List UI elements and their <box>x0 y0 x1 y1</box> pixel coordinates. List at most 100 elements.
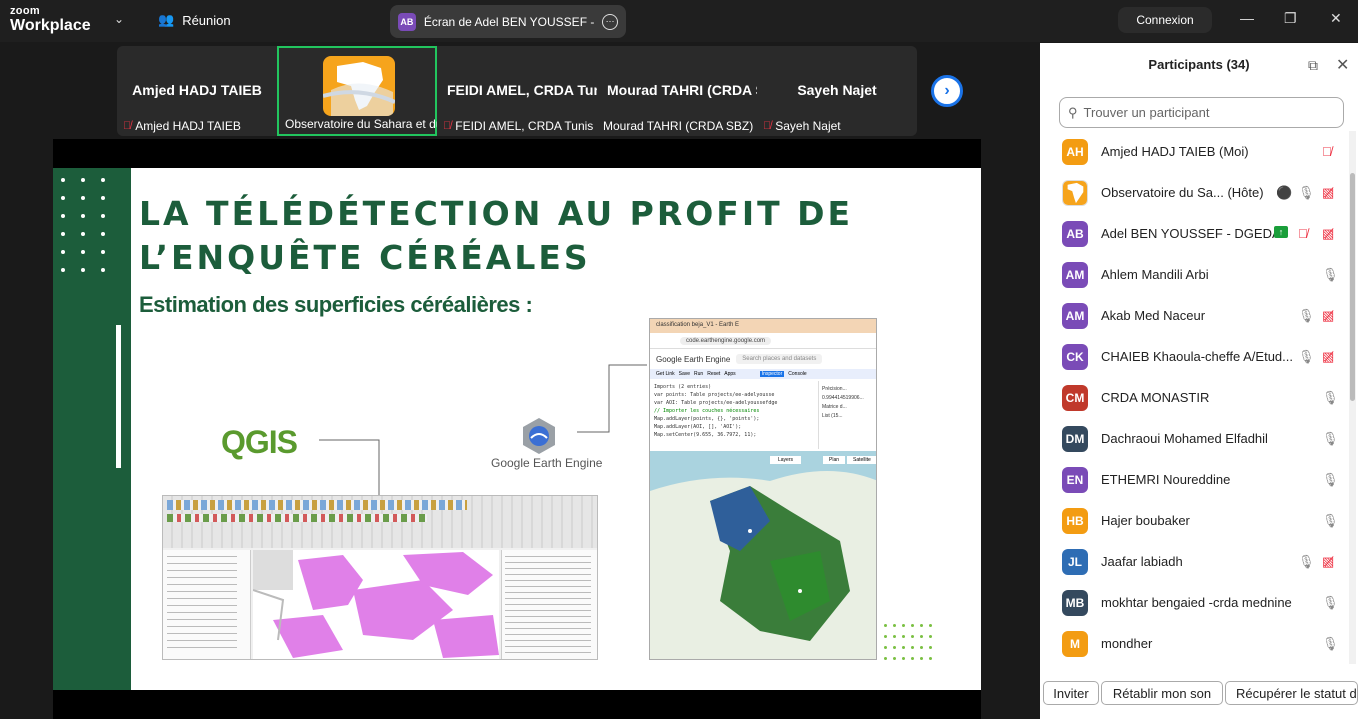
zoom-logo: zoom Workplace <box>10 6 91 34</box>
participant-row[interactable]: JL Jaafar labiadh 🎙 ▧̸ <box>1040 541 1348 582</box>
map-plan: Plan <box>823 456 846 464</box>
video-tile[interactable]: Sayeh Najet 🎙̸ Sayeh Najet <box>757 46 917 136</box>
video-off-icon[interactable]: ▧̸ <box>1322 308 1334 324</box>
video-tile-active[interactable]: Observatoire du Sahara et du Sahel <box>277 46 437 136</box>
mic-icon[interactable]: 🎙 <box>1322 390 1339 406</box>
avatar: AB <box>398 12 416 31</box>
participant-row[interactable]: DM Dachraoui Mohamed Elfadhil 🎙 <box>1040 418 1348 459</box>
participant-name: ETHEMRI Noureddine <box>1101 472 1231 487</box>
avatar: AM <box>1062 302 1088 329</box>
gee-btn: Save <box>678 371 691 377</box>
popout-icon[interactable]: ⧉ <box>1308 57 1318 74</box>
participant-row[interactable]: M mondher 🎙 <box>1040 623 1348 664</box>
avatar: M <box>1062 630 1088 657</box>
code-line: Imports (2 entries) <box>654 384 712 390</box>
console-line: Matrice d... <box>822 404 847 410</box>
participant-row[interactable]: CK CHAIEB Khaoula-cheffe A/Etud... 🎙 ▧̸ <box>1040 336 1348 377</box>
participant-name: Adel BEN YOUSSEF - DGEDA <box>1101 226 1281 241</box>
minimize-icon[interactable]: — <box>1240 10 1254 26</box>
avatar: CM <box>1062 384 1088 411</box>
mic-off-icon: 🎙̸ <box>123 120 132 132</box>
mic-icon[interactable]: 🎙 <box>1322 431 1339 447</box>
next-page-button[interactable]: › <box>931 75 963 107</box>
video-off-icon[interactable]: ▧̸ <box>1322 185 1334 201</box>
mic-icon[interactable]: 🎙 <box>1322 472 1339 488</box>
record-icon: ⚫ <box>1276 184 1293 200</box>
people-icon: 👥 <box>158 12 175 27</box>
mic-icon[interactable]: 🎙 <box>1322 513 1339 529</box>
gee-btn: Get Link <box>656 371 675 377</box>
connexion-button[interactable]: Connexion <box>1118 7 1212 33</box>
participant-row[interactable]: Observatoire du Sa... (Hôte) ⚫ 🎙 ▧̸ <box>1040 172 1348 213</box>
video-tile[interactable]: Amjed HADJ TAIEB 🎙̸ Amjed HADJ TAIEB <box>117 46 277 136</box>
gee-btn: Reset <box>707 371 721 377</box>
video-tile[interactable]: FEIDI AMEL, CRDA Tunis 🎙̸FEIDI AMEL, CRD… <box>437 46 597 136</box>
more-icon[interactable]: ··· <box>602 13 618 30</box>
participant-name: CRDA MONASTIR <box>1101 390 1210 405</box>
participant-row[interactable]: MB mokhtar bengaied -crda mednine 🎙 <box>1040 582 1348 623</box>
search-icon: ⚲ <box>1068 104 1078 120</box>
participant-row[interactable]: EN ETHEMRI Noureddine 🎙 <box>1040 459 1348 500</box>
unmute-button[interactable]: Rétablir mon son <box>1101 681 1223 705</box>
decorative-dots-green <box>884 624 938 660</box>
avatar: EN <box>1062 466 1088 493</box>
mic-off-icon[interactable]: 🎙̸ <box>1298 226 1308 241</box>
tile-name: Amjed HADJ TAIEB <box>135 119 241 133</box>
panel-actions: Inviter Rétablir mon son Récupérer le st… <box>1040 681 1358 707</box>
logo-line2: Workplace <box>10 17 91 34</box>
presentation-slide: LA TÉLÉDÉTECTION AU PROFIT DE L’ENQUÊTE … <box>53 168 981 690</box>
invite-button[interactable]: Inviter <box>1043 681 1099 705</box>
participant-name: Ahlem Mandili Arbi <box>1101 267 1209 282</box>
video-off-icon[interactable]: ▧̸ <box>1322 349 1334 365</box>
code-line: var AOI: Table projects/ee-adelyoussefdg… <box>654 400 778 406</box>
gee-tab-console: Console <box>788 371 807 377</box>
gee-brand: Google Earth Engine <box>656 354 731 364</box>
gee-label: Google Earth Engine <box>491 456 603 470</box>
avatar: MB <box>1062 589 1088 616</box>
avatar: CK <box>1062 343 1088 370</box>
gee-btn: Run <box>694 371 704 377</box>
participant-row[interactable]: CM CRDA MONASTIR 🎙 <box>1040 377 1348 418</box>
reclaim-host-button[interactable]: Récupérer le statut d <box>1225 681 1358 705</box>
mic-icon[interactable]: 🎙 <box>1298 554 1315 570</box>
close-icon[interactable]: ✕ <box>1336 55 1349 75</box>
mic-icon[interactable]: 🎙 <box>1298 349 1315 365</box>
participant-name: Amjed HADJ TAIEB (Moi) <box>1101 144 1249 159</box>
close-icon[interactable]: ✕ <box>1330 10 1342 27</box>
mic-icon[interactable]: 🎙 <box>1322 636 1339 652</box>
mic-icon[interactable]: 🎙 <box>1298 308 1315 324</box>
avatar: JL <box>1062 548 1088 575</box>
participant-row[interactable]: HB Hajer boubaker 🎙 <box>1040 500 1348 541</box>
video-off-icon[interactable]: ▧̸ <box>1322 554 1334 570</box>
participant-row[interactable]: AB Adel BEN YOUSSEF - DGEDA ↑ 🎙̸ ▧̸ <box>1040 213 1348 254</box>
participant-row[interactable]: AM Ahlem Mandili Arbi 🎙 <box>1040 254 1348 295</box>
participant-name: Observatoire du Sa... (Hôte) <box>1101 185 1264 200</box>
participant-name: Jaafar labiadh <box>1101 554 1183 569</box>
tile-display-name: Amjed HADJ TAIEB <box>132 82 262 98</box>
tile-name: Mourad TAHRI (CRDA SBZ) <box>603 119 754 133</box>
participant-row[interactable]: AM Akab Med Naceur 🎙 ▧̸ <box>1040 295 1348 336</box>
meeting-menu[interactable]: 👥 Réunion <box>158 12 231 28</box>
restore-icon[interactable]: ❐ <box>1284 10 1297 27</box>
gee-logo-icon <box>523 418 555 454</box>
mic-icon[interactable]: 🎙 <box>1322 595 1339 611</box>
avatar: AB <box>1062 220 1088 247</box>
video-tile[interactable]: Mourad TAHRI (CRDA SBZ) Mourad TAHRI (CR… <box>597 46 757 136</box>
top-bar: zoom Workplace ⌄ 👥 Réunion AB Écran de A… <box>0 0 1358 42</box>
screen-share-pill[interactable]: AB Écran de Adel BEN YOUSSEF - DGEDA ··· <box>390 5 626 38</box>
shared-screen: LA TÉLÉDÉTECTION AU PROFIT DE L’ENQUÊTE … <box>53 139 981 719</box>
scrollbar-thumb[interactable] <box>1350 173 1355 401</box>
share-label: Écran de Adel BEN YOUSSEF - DGEDA <box>423 14 595 29</box>
participant-row[interactable]: AH Amjed HADJ TAIEB (Moi) 🎙̸ <box>1040 131 1348 172</box>
mic-off-icon[interactable]: 🎙̸ <box>1322 144 1332 159</box>
chevron-down-icon[interactable]: ⌄ <box>114 12 124 26</box>
mic-icon[interactable]: 🎙 <box>1298 185 1315 201</box>
gee-tab: classification beja_V1 - Earth E <box>650 319 876 333</box>
map-satellite: Satellite <box>847 456 876 464</box>
video-off-icon[interactable]: ▧̸ <box>1322 226 1334 242</box>
avatar: AM <box>1062 261 1088 288</box>
search-placeholder: Trouver un participant <box>1083 105 1210 120</box>
mic-icon[interactable]: 🎙 <box>1322 267 1339 283</box>
code-line: Map.setCenter(9.655, 36.7972, 11); <box>654 432 757 438</box>
participant-search-input[interactable]: ⚲ Trouver un participant <box>1059 97 1344 128</box>
